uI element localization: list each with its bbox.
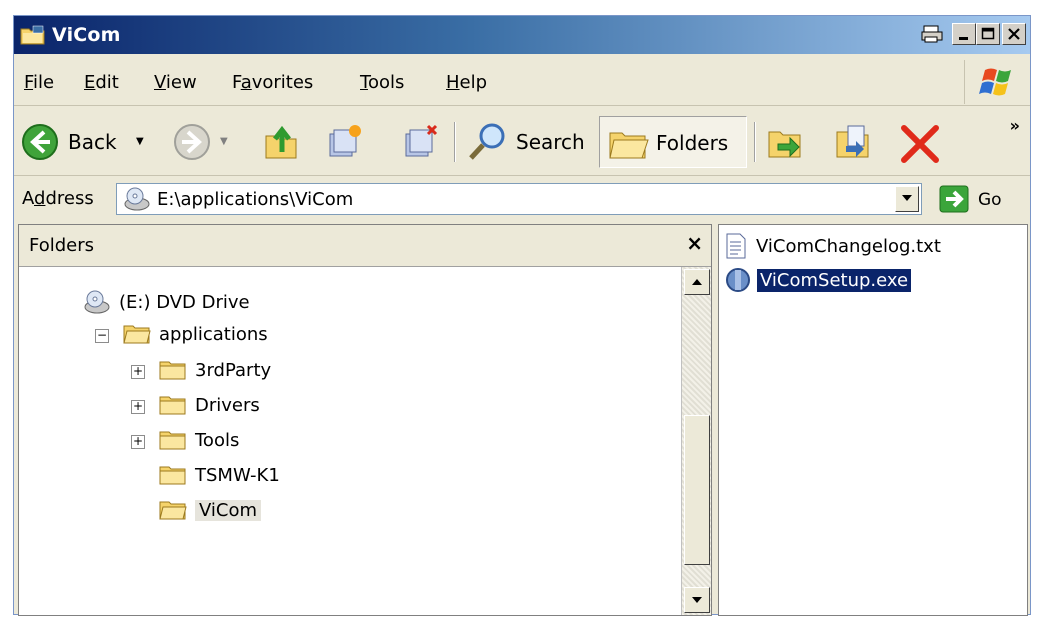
forward-button[interactable]: ▼ (172, 122, 232, 162)
folders-pane-close-button[interactable]: × (686, 231, 703, 255)
folders-icon (609, 132, 649, 159)
folders-toggle-button[interactable]: Folders (599, 116, 747, 168)
copy-to-folder-button[interactable] (834, 122, 874, 162)
window-title: ViCom (52, 24, 121, 46)
close-button[interactable] (1002, 23, 1026, 45)
forward-dropdown-icon[interactable]: ▼ (220, 136, 228, 147)
maximize-button[interactable] (976, 23, 1000, 45)
minimize-icon (959, 37, 968, 40)
toolbar-separator (754, 122, 756, 162)
address-bar: Address E:\applications\ViCom Go (14, 178, 1030, 220)
scroll-down-arrow-icon (692, 597, 702, 603)
tree-item-tsmw-k1[interactable]: TSMW-K1 (159, 464, 280, 486)
tree-item-3rdparty[interactable]: 3rdParty (159, 359, 271, 381)
file-item-setup[interactable]: ViComSetup.exe (725, 267, 912, 293)
tree-item-tools[interactable]: Tools (159, 429, 239, 451)
expand-icon[interactable]: + (131, 400, 145, 414)
search-button[interactable]: Search (466, 120, 596, 164)
folder-icon (159, 431, 186, 450)
delete-icon (901, 125, 939, 163)
collapse-icon[interactable]: − (95, 329, 109, 343)
folder-icon (159, 466, 186, 485)
back-arrow-icon (22, 124, 58, 160)
toolbar-separator (454, 122, 456, 162)
toolbar-overflow-chevron[interactable]: » (1010, 116, 1020, 135)
delete-to-button[interactable] (400, 122, 440, 162)
back-dropdown-icon[interactable]: ▼ (136, 136, 144, 147)
folder-icon (159, 396, 186, 415)
dvd-drive-icon (84, 290, 110, 314)
close-icon (1008, 28, 1020, 40)
open-folder-icon (159, 501, 187, 520)
menu-bar: File Edit View Favorites Tools Help (14, 56, 1030, 106)
copy-to-folder-icon (836, 125, 869, 158)
forward-arrow-icon (174, 124, 210, 160)
scroll-thumb[interactable] (684, 415, 710, 565)
tree-item-applications[interactable]: applications (123, 323, 268, 345)
copy-to-icon (329, 125, 361, 157)
expand-icon[interactable]: + (131, 365, 145, 379)
move-to-icon (405, 124, 438, 157)
up-folder-icon (265, 125, 297, 159)
move-to-folder-icon (768, 131, 801, 158)
menu-favorites[interactable]: Favorites (232, 72, 313, 93)
address-label: Address (22, 188, 94, 209)
tree-item-dvd-drive[interactable]: (E:) DVD Drive (83, 289, 250, 315)
up-folder-button[interactable] (262, 122, 302, 162)
print-icon[interactable] (920, 23, 944, 45)
menu-help[interactable]: Help (446, 72, 487, 93)
file-list-pane: ViComChangelog.txt ViComSetup.exe (718, 224, 1028, 616)
search-icon (469, 123, 505, 160)
address-input[interactable]: E:\applications\ViCom (116, 183, 922, 215)
scroll-up-button[interactable] (684, 269, 710, 295)
folders-pane: Folders × (E:) DVD Drive − applications … (18, 224, 712, 616)
standard-toolbar: Back ▼ ▼ Search Folders » (14, 108, 1030, 176)
back-button[interactable]: Back ▼ (20, 122, 170, 162)
menu-tools[interactable]: Tools (360, 72, 404, 93)
copy-to-button[interactable] (324, 122, 364, 162)
maximize-icon (981, 27, 995, 40)
windows-flag-icon (979, 68, 1011, 96)
scroll-down-button[interactable] (684, 587, 710, 613)
folders-pane-title: Folders (29, 235, 95, 256)
move-to-button[interactable] (766, 122, 806, 162)
windows-logo (964, 60, 1030, 104)
expand-icon[interactable]: + (131, 435, 145, 449)
folders-pane-header: Folders × (19, 225, 711, 267)
dvd-drive-icon (124, 187, 150, 211)
title-bar[interactable]: ViCom (14, 16, 1030, 54)
open-folder-icon (123, 325, 151, 344)
folder-window-icon (20, 25, 45, 45)
tree-item-vicom[interactable]: ViCom (159, 499, 262, 521)
address-dropdown-button[interactable] (895, 186, 919, 212)
text-file-icon (726, 233, 746, 259)
folders-vertical-scrollbar[interactable] (681, 267, 711, 615)
scroll-up-arrow-icon (692, 279, 702, 285)
go-arrow-icon (939, 185, 969, 213)
chevron-down-icon (902, 195, 912, 201)
folder-icon (159, 361, 186, 380)
menu-edit[interactable]: Edit (84, 72, 119, 93)
tree-item-drivers[interactable]: Drivers (159, 394, 260, 416)
go-button[interactable]: Go (932, 184, 1022, 214)
file-item-changelog[interactable]: ViComChangelog.txt (725, 233, 944, 259)
address-value: E:\applications\ViCom (157, 189, 354, 210)
menu-view[interactable]: View (154, 72, 197, 93)
menu-file[interactable]: File (24, 72, 54, 93)
setup-exe-icon (726, 268, 750, 292)
explorer-window: ViCom File Edit View Favorites Tools Hel… (13, 15, 1031, 616)
delete-button[interactable] (898, 122, 942, 166)
minimize-button[interactable] (952, 23, 976, 45)
